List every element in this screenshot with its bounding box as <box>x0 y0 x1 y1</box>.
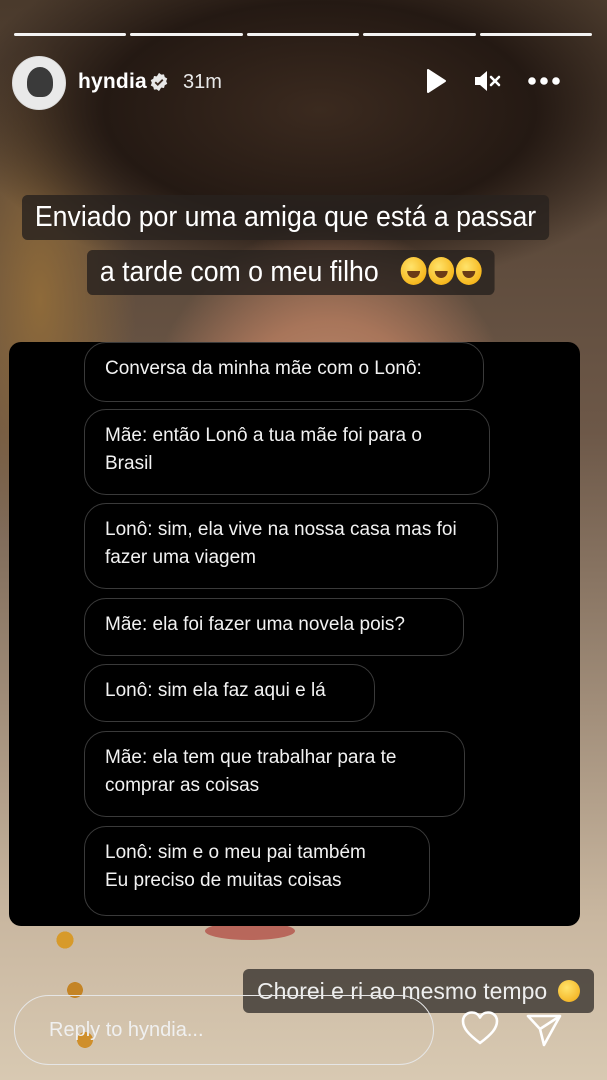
post-timestamp: 31m <box>183 71 222 93</box>
progress-segment <box>363 33 476 36</box>
more-horizontal-icon[interactable] <box>524 66 564 96</box>
story-header: hyndia 31m <box>12 56 596 110</box>
play-icon[interactable] <box>420 66 450 96</box>
verified-badge-icon <box>150 72 168 92</box>
reply-input[interactable] <box>47 1014 411 1046</box>
progress-segment <box>130 33 243 36</box>
muted-speaker-icon[interactable] <box>472 66 502 96</box>
send-icon[interactable] <box>524 1010 564 1050</box>
chat-message: Mãe: então Lonô a tua mãe foi para o Bra… <box>84 409 490 495</box>
rolling-laughing-emoji-icon <box>456 257 482 285</box>
chat-message: Lonô: sim e o meu pai também Eu preciso … <box>84 826 430 916</box>
chat-message: Conversa da minha mãe com o Lonô: <box>84 342 484 402</box>
chat-message: Lonô: sim ela faz aqui e lá <box>84 664 375 722</box>
avatar[interactable] <box>12 56 66 110</box>
chat-message: Mãe: ela foi fazer uma novela pois? <box>84 598 464 656</box>
progress-segment <box>14 33 127 36</box>
story-caption: Enviado por uma amiga que está a passar … <box>22 195 562 303</box>
chat-message: Mãe: ela tem que trabalhar para te compr… <box>84 731 465 817</box>
story-progress-bar <box>14 33 593 36</box>
reply-bar <box>14 995 434 1065</box>
username[interactable]: hyndia <box>78 70 147 94</box>
pleading-face-emoji-icon <box>557 980 580 1002</box>
rolling-laughing-emoji-icon <box>428 257 455 285</box>
chat-screenshot-card: Conversa da minha mãe com o Lonô: Mãe: e… <box>9 342 580 926</box>
caption-line-1: Enviado por uma amiga que está a passar <box>22 195 550 240</box>
rolling-laughing-emoji-icon <box>400 257 427 285</box>
heart-icon[interactable] <box>460 1010 500 1046</box>
progress-segment <box>246 33 360 36</box>
progress-segment <box>479 33 593 36</box>
chat-message: Lonô: sim, ela vive na nossa casa mas fo… <box>84 503 498 589</box>
caption-line-2: a tarde com o meu filho 🤣🤣🤣 <box>87 250 495 295</box>
